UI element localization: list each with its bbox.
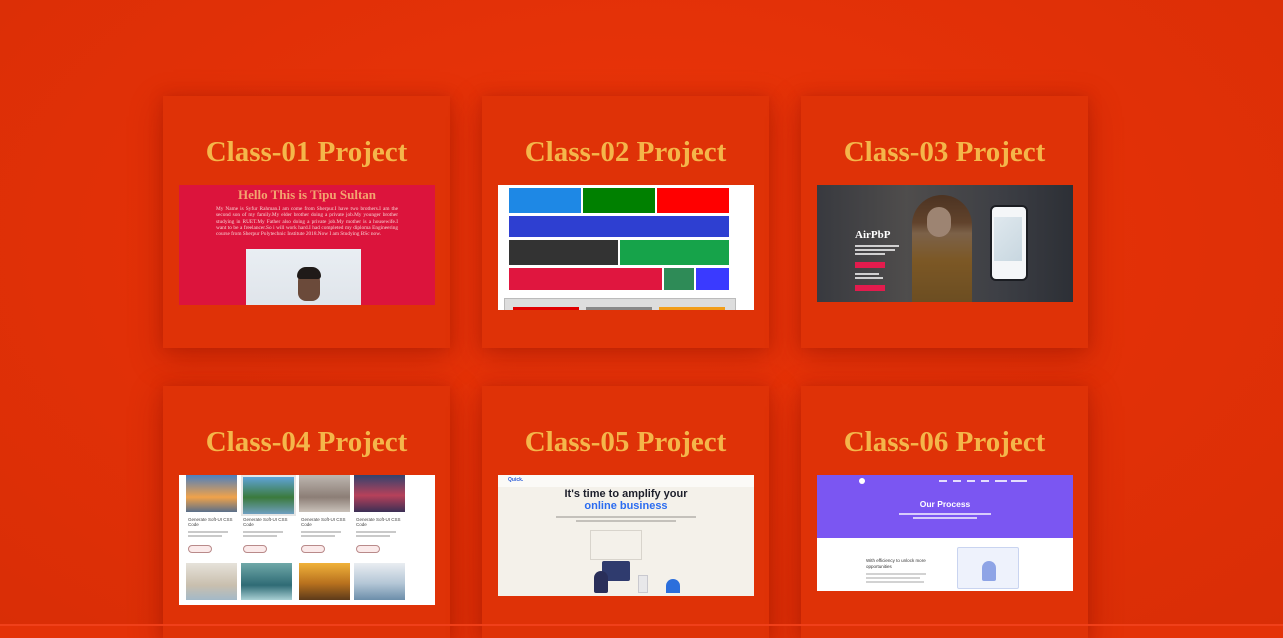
gallery-image bbox=[241, 475, 296, 516]
text-line bbox=[855, 253, 885, 255]
person-hair bbox=[297, 267, 321, 279]
nav-link bbox=[967, 480, 975, 482]
cta-button bbox=[855, 285, 885, 291]
layout-block bbox=[513, 307, 579, 310]
person-illustration bbox=[982, 561, 996, 581]
text-line bbox=[188, 535, 222, 537]
gallery-image bbox=[241, 563, 292, 600]
text-line bbox=[866, 577, 920, 579]
project-grid: Class-01 Project Hello This is Tipu Sult… bbox=[163, 96, 1090, 638]
project-title: Class-02 Project bbox=[524, 136, 727, 168]
layout-block bbox=[509, 268, 662, 290]
text-line bbox=[243, 535, 277, 537]
gallery-image bbox=[186, 475, 237, 512]
layout-block bbox=[696, 268, 729, 290]
site-navbar bbox=[498, 475, 754, 487]
layout-block bbox=[657, 188, 729, 213]
text-line bbox=[866, 581, 924, 583]
read-more-button bbox=[356, 545, 380, 553]
shelf-illustration bbox=[638, 575, 648, 593]
nav-link bbox=[995, 480, 1007, 482]
project-title: Class-06 Project bbox=[843, 426, 1046, 458]
text-line bbox=[556, 516, 696, 518]
project-title: Class-04 Project bbox=[205, 426, 408, 458]
project-thumbnail[interactable]: AirPbP bbox=[817, 185, 1073, 302]
card-caption: Generate Soft-UI CSS Code bbox=[356, 517, 401, 527]
layout-block bbox=[583, 188, 655, 213]
nav-link bbox=[953, 480, 961, 482]
nav-link bbox=[939, 480, 947, 482]
text-line bbox=[866, 573, 926, 575]
text-line bbox=[356, 531, 396, 533]
project-thumbnail[interactable]: Generate Soft-UI CSS Code Generate Soft-… bbox=[179, 475, 435, 605]
project-card-02[interactable]: Class-02 Project bbox=[482, 96, 769, 348]
card-caption: Generate Soft-UI CSS Code bbox=[243, 517, 288, 527]
project-card-04[interactable]: Class-04 Project Generate Soft-UI CSS Co… bbox=[163, 386, 450, 638]
gallery-image bbox=[354, 563, 405, 600]
layout-block bbox=[659, 307, 725, 310]
gallery-image bbox=[299, 563, 350, 600]
layout-block bbox=[586, 307, 652, 310]
thumb-heading: Hello This is Tipu Sultan bbox=[237, 187, 377, 202]
text-line bbox=[301, 535, 335, 537]
cta-button bbox=[855, 262, 885, 268]
layout-block bbox=[509, 188, 581, 213]
project-thumbnail[interactable]: Quick. It's time to amplify your online … bbox=[498, 475, 754, 596]
text-line bbox=[855, 273, 879, 275]
project-card-06[interactable]: Class-06 Project Our Process With effici… bbox=[801, 386, 1088, 638]
project-thumbnail[interactable]: Hello This is Tipu Sultan My Name is Syf… bbox=[179, 185, 435, 305]
gallery-image bbox=[354, 475, 405, 512]
project-thumbnail[interactable]: Our Process With efficiency to unlock mo… bbox=[817, 475, 1073, 591]
nav-link bbox=[981, 480, 989, 482]
layout-block bbox=[620, 240, 729, 265]
text-line bbox=[913, 517, 977, 519]
person-illustration bbox=[594, 571, 608, 593]
text-line bbox=[899, 513, 991, 515]
profile-photo bbox=[246, 249, 361, 305]
read-more-button bbox=[301, 545, 325, 553]
read-more-button bbox=[188, 545, 212, 553]
brand-title: AirPbP bbox=[855, 229, 891, 241]
project-title: Class-01 Project bbox=[205, 136, 408, 168]
text-line bbox=[855, 277, 883, 279]
layout-block bbox=[509, 216, 729, 237]
text-line bbox=[188, 531, 228, 533]
hero-headline-accent: online business bbox=[584, 500, 668, 512]
layout-block bbox=[664, 268, 694, 290]
read-more-button bbox=[243, 545, 267, 553]
project-title: Class-03 Project bbox=[843, 136, 1046, 168]
text-line bbox=[855, 249, 895, 251]
text-line bbox=[301, 531, 341, 533]
thumb-paragraph: My Name is Syfur Rahman.I am come from S… bbox=[216, 206, 398, 238]
site-logo: Quick. bbox=[508, 477, 524, 483]
map-screen bbox=[994, 217, 1022, 261]
gallery-image bbox=[186, 563, 237, 600]
feature-text: With efficiency to unlock more opportuni… bbox=[866, 558, 926, 569]
logo-icon bbox=[859, 478, 865, 484]
gallery-image bbox=[299, 475, 350, 512]
section-title: Our Process bbox=[919, 499, 971, 509]
nav-link bbox=[1011, 480, 1027, 482]
text-line bbox=[243, 531, 283, 533]
text-line bbox=[356, 535, 390, 537]
project-card-05[interactable]: Class-05 Project Quick. It's time to amp… bbox=[482, 386, 769, 638]
project-card-03[interactable]: Class-03 Project AirPbP bbox=[801, 96, 1088, 348]
project-card-01[interactable]: Class-01 Project Hello This is Tipu Sult… bbox=[163, 96, 450, 348]
layout-block bbox=[509, 240, 618, 265]
project-thumbnail[interactable] bbox=[498, 185, 754, 310]
hero-headline: It's time to amplify your bbox=[564, 488, 688, 500]
text-line bbox=[855, 245, 899, 247]
card-caption: Generate Soft-UI CSS Code bbox=[301, 517, 346, 527]
plant-illustration bbox=[666, 579, 680, 593]
text-line bbox=[576, 520, 676, 522]
card-caption: Generate Soft-UI CSS Code bbox=[188, 517, 233, 527]
project-title: Class-05 Project bbox=[524, 426, 727, 458]
illustration-panel bbox=[590, 530, 642, 560]
